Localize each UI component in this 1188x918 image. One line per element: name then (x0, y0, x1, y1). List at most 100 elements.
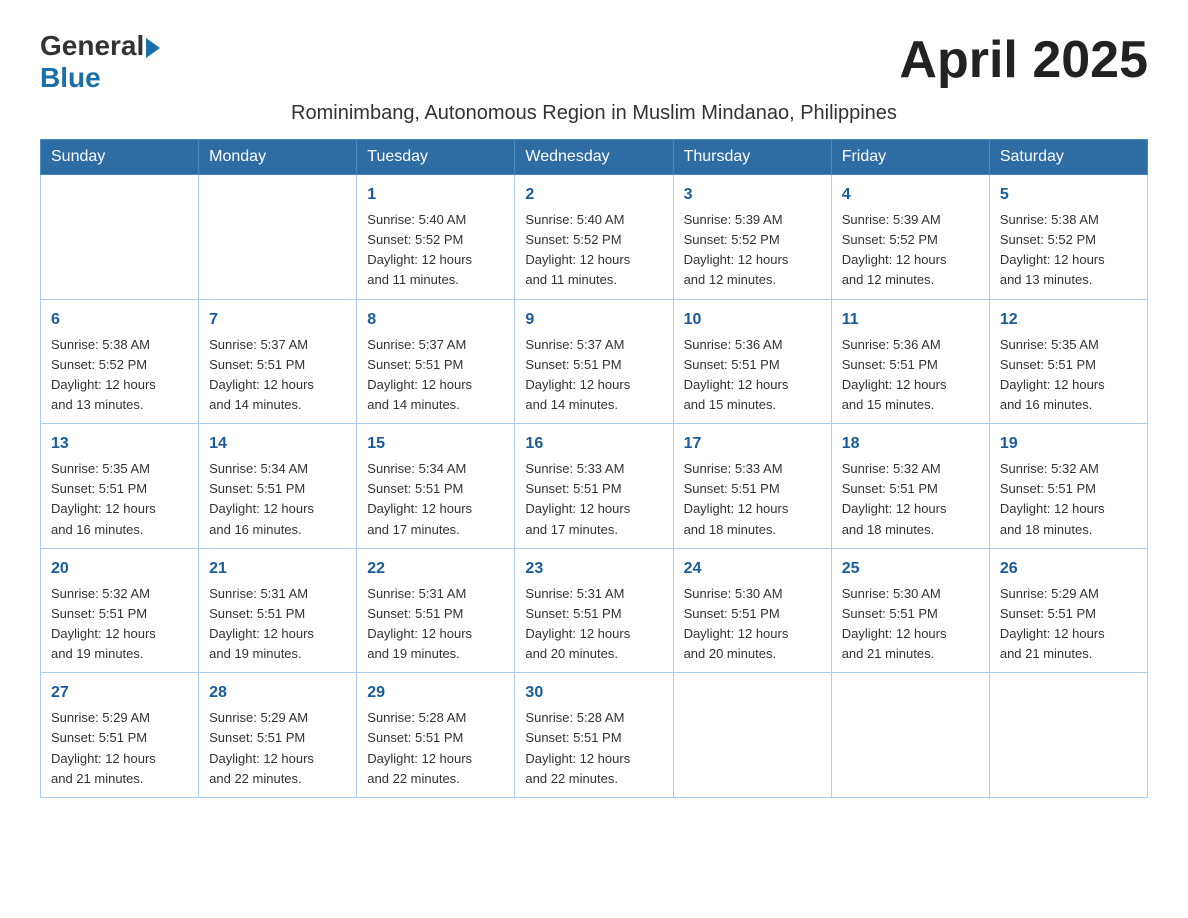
calendar-cell: 28Sunrise: 5:29 AM Sunset: 5:51 PM Dayli… (199, 673, 357, 798)
calendar-cell (41, 175, 199, 300)
calendar-cell: 18 Sunrise: 5:32 AM Sunset: 5:51 PM Dayli… (831, 424, 989, 549)
calendar-cell (673, 673, 831, 798)
calendar-cell: 6 Sunrise: 5:38 AM Sunset: 5:52 PM Daylig… (41, 299, 199, 424)
day-info: Sunrise: 5:30 AM Sunset: 5:51 PM Dayligh… (842, 584, 979, 665)
day-info: Sunrise: 5:36 AM Sunset: 5:51 PM Dayligh… (684, 335, 821, 416)
day-number: 22 (367, 557, 504, 581)
day-info: Sunrise: 5:32 AM Sunset: 5:51 PM Dayligh… (842, 459, 979, 540)
day-number: 27 (51, 681, 188, 705)
calendar-cell: 14 Sunrise: 5:34 AM Sunset: 5:51 PM Dayli… (199, 424, 357, 549)
day-number: 6 (51, 308, 188, 332)
day-number: 15 (367, 432, 504, 456)
calendar-header-wednesday: Wednesday (515, 140, 673, 175)
calendar-header-tuesday: Tuesday (357, 140, 515, 175)
calendar-cell (989, 673, 1147, 798)
day-info: Sunrise: 5:33 AM Sunset: 5:51 PM Dayligh… (525, 459, 662, 540)
calendar-cell: 1 Sunrise: 5:40 AM Sunset: 5:52 PM Daylig… (357, 175, 515, 300)
day-info: Sunrise: 5:40 AM Sunset: 5:52 PM Dayligh… (525, 210, 662, 291)
calendar-week-2: 6 Sunrise: 5:38 AM Sunset: 5:52 PM Daylig… (41, 299, 1148, 424)
logo-blue: Blue (40, 62, 101, 94)
calendar-cell (199, 175, 357, 300)
calendar-week-3: 13 Sunrise: 5:35 AM Sunset: 5:51 PM Dayli… (41, 424, 1148, 549)
day-info: Sunrise: 5:32 AM Sunset: 5:51 PM Dayligh… (51, 584, 188, 665)
calendar-cell: 7 Sunrise: 5:37 AM Sunset: 5:51 PM Daylig… (199, 299, 357, 424)
day-number: 30 (525, 681, 662, 705)
calendar-cell: 21 Sunrise: 5:31 AM Sunset: 5:51 PM Dayli… (199, 548, 357, 673)
day-number: 12 (1000, 308, 1137, 332)
day-info: Sunrise: 5:28 AM Sunset: 5:51 PM Dayligh… (525, 708, 662, 789)
day-number: 8 (367, 308, 504, 332)
calendar-week-1: 1 Sunrise: 5:40 AM Sunset: 5:52 PM Daylig… (41, 175, 1148, 300)
calendar-cell: 17 Sunrise: 5:33 AM Sunset: 5:51 PM Dayli… (673, 424, 831, 549)
month-title: April 2025 (899, 30, 1148, 90)
calendar-header-monday: Monday (199, 140, 357, 175)
day-info: Sunrise: 5:38 AM Sunset: 5:52 PM Dayligh… (51, 335, 188, 416)
calendar-cell: 20 Sunrise: 5:32 AM Sunset: 5:51 PM Dayli… (41, 548, 199, 673)
day-info: Sunrise: 5:31 AM Sunset: 5:51 PM Dayligh… (525, 584, 662, 665)
day-number: 2 (525, 183, 662, 207)
day-number: 18 (842, 432, 979, 456)
day-info: Sunrise: 5:35 AM Sunset: 5:51 PM Dayligh… (51, 459, 188, 540)
day-number: 1 (367, 183, 504, 207)
calendar-cell: 19Sunrise: 5:32 AM Sunset: 5:51 PM Dayli… (989, 424, 1147, 549)
calendar-cell: 13 Sunrise: 5:35 AM Sunset: 5:51 PM Dayli… (41, 424, 199, 549)
calendar-cell: 27 Sunrise: 5:29 AM Sunset: 5:51 PM Dayli… (41, 673, 199, 798)
calendar-header-sunday: Sunday (41, 140, 199, 175)
calendar-cell: 22 Sunrise: 5:31 AM Sunset: 5:51 PM Dayli… (357, 548, 515, 673)
day-info: Sunrise: 5:30 AM Sunset: 5:51 PM Dayligh… (684, 584, 821, 665)
calendar-cell: 30 Sunrise: 5:28 AM Sunset: 5:51 PM Dayli… (515, 673, 673, 798)
calendar-cell: 23 Sunrise: 5:31 AM Sunset: 5:51 PM Dayli… (515, 548, 673, 673)
day-info: Sunrise: 5:39 AM Sunset: 5:52 PM Dayligh… (842, 210, 979, 291)
day-number: 4 (842, 183, 979, 207)
day-info: Sunrise: 5:40 AM Sunset: 5:52 PM Dayligh… (367, 210, 504, 291)
calendar-week-5: 27 Sunrise: 5:29 AM Sunset: 5:51 PM Dayli… (41, 673, 1148, 798)
day-info: Sunrise: 5:38 AM Sunset: 5:52 PM Dayligh… (1000, 210, 1137, 291)
day-info: Sunrise: 5:39 AM Sunset: 5:52 PM Dayligh… (684, 210, 821, 291)
day-info: Sunrise: 5:29 AM Sunset: 5:51 PM Dayligh… (1000, 584, 1137, 665)
day-number: 28 (209, 681, 346, 705)
day-number: 29 (367, 681, 504, 705)
day-info: Sunrise: 5:29 AM Sunset: 5:51 PM Dayligh… (51, 708, 188, 789)
day-number: 13 (51, 432, 188, 456)
day-info: Sunrise: 5:37 AM Sunset: 5:51 PM Dayligh… (367, 335, 504, 416)
calendar-cell: 16 Sunrise: 5:33 AM Sunset: 5:51 PM Dayli… (515, 424, 673, 549)
calendar-cell: 12 Sunrise: 5:35 AM Sunset: 5:51 PM Dayli… (989, 299, 1147, 424)
calendar-cell: 9Sunrise: 5:37 AM Sunset: 5:51 PM Daylig… (515, 299, 673, 424)
day-number: 20 (51, 557, 188, 581)
day-info: Sunrise: 5:36 AM Sunset: 5:51 PM Dayligh… (842, 335, 979, 416)
day-info: Sunrise: 5:37 AM Sunset: 5:51 PM Dayligh… (209, 335, 346, 416)
calendar-cell: 3 Sunrise: 5:39 AM Sunset: 5:52 PM Daylig… (673, 175, 831, 300)
day-number: 7 (209, 308, 346, 332)
day-info: Sunrise: 5:31 AM Sunset: 5:51 PM Dayligh… (367, 584, 504, 665)
calendar-cell: 29Sunrise: 5:28 AM Sunset: 5:51 PM Dayli… (357, 673, 515, 798)
day-number: 17 (684, 432, 821, 456)
page-header: General Blue April 2025 (40, 30, 1148, 94)
calendar-header-saturday: Saturday (989, 140, 1147, 175)
day-number: 23 (525, 557, 662, 581)
day-info: Sunrise: 5:31 AM Sunset: 5:51 PM Dayligh… (209, 584, 346, 665)
calendar-cell: 11 Sunrise: 5:36 AM Sunset: 5:51 PM Dayli… (831, 299, 989, 424)
calendar-header-thursday: Thursday (673, 140, 831, 175)
page-subtitle: Rominimbang, Autonomous Region in Muslim… (40, 102, 1148, 125)
calendar-cell: 24 Sunrise: 5:30 AM Sunset: 5:51 PM Dayli… (673, 548, 831, 673)
logo-general: General (40, 30, 144, 62)
day-number: 9 (525, 308, 662, 332)
calendar-table: SundayMondayTuesdayWednesdayThursdayFrid… (40, 139, 1148, 798)
logo: General Blue (40, 30, 160, 94)
day-number: 14 (209, 432, 346, 456)
calendar-header-friday: Friday (831, 140, 989, 175)
day-number: 3 (684, 183, 821, 207)
day-number: 16 (525, 432, 662, 456)
calendar-cell: 10Sunrise: 5:36 AM Sunset: 5:51 PM Dayli… (673, 299, 831, 424)
day-number: 24 (684, 557, 821, 581)
day-info: Sunrise: 5:34 AM Sunset: 5:51 PM Dayligh… (209, 459, 346, 540)
day-info: Sunrise: 5:33 AM Sunset: 5:51 PM Dayligh… (684, 459, 821, 540)
calendar-week-4: 20 Sunrise: 5:32 AM Sunset: 5:51 PM Dayli… (41, 548, 1148, 673)
day-number: 21 (209, 557, 346, 581)
day-info: Sunrise: 5:34 AM Sunset: 5:51 PM Dayligh… (367, 459, 504, 540)
day-info: Sunrise: 5:35 AM Sunset: 5:51 PM Dayligh… (1000, 335, 1137, 416)
calendar-cell: 5Sunrise: 5:38 AM Sunset: 5:52 PM Daylig… (989, 175, 1147, 300)
calendar-cell: 15 Sunrise: 5:34 AM Sunset: 5:51 PM Dayli… (357, 424, 515, 549)
day-number: 11 (842, 308, 979, 332)
calendar-cell (831, 673, 989, 798)
